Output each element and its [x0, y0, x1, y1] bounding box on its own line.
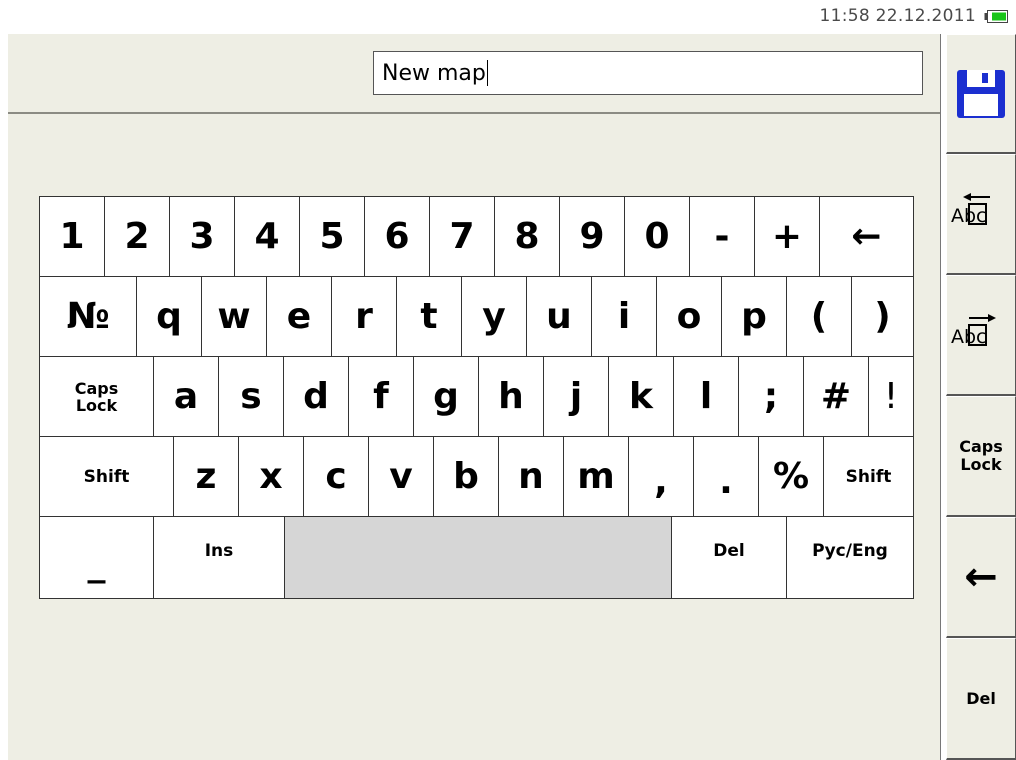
key-n[interactable]: n	[498, 436, 564, 517]
key-b[interactable]: b	[433, 436, 499, 517]
key-shift-right[interactable]: Shift	[823, 436, 914, 517]
key-r[interactable]: r	[331, 276, 397, 357]
status-datetime: 11:58 22.12.2011	[819, 6, 976, 26]
key-7[interactable]: 7	[429, 196, 495, 277]
key-j[interactable]: j	[543, 356, 609, 437]
key-space[interactable]	[284, 516, 672, 599]
key-a[interactable]: a	[153, 356, 219, 437]
key-l[interactable]: l	[673, 356, 739, 437]
key-0[interactable]: 0	[624, 196, 690, 277]
key-m[interactable]: m	[563, 436, 629, 517]
key-period[interactable]: .	[693, 436, 759, 517]
cursor-left-text: Abc	[951, 205, 987, 227]
key-semicolon[interactable]: ;	[738, 356, 804, 437]
key-4[interactable]: 4	[234, 196, 300, 277]
key-h[interactable]: h	[478, 356, 544, 437]
text-caret	[486, 60, 488, 86]
key-open-paren[interactable]: (	[786, 276, 852, 357]
key-6[interactable]: 6	[364, 196, 430, 277]
key-3[interactable]: 3	[169, 196, 235, 277]
key-language-switch[interactable]: Рус/Eng	[786, 516, 914, 599]
key-minus[interactable]: -	[689, 196, 755, 277]
status-bar: 11:58 22.12.2011	[0, 0, 1016, 35]
cursor-left-button[interactable]: Abc	[946, 154, 1016, 275]
key-o[interactable]: o	[656, 276, 722, 357]
save-button[interactable]	[946, 34, 1016, 154]
key-s[interactable]: s	[218, 356, 284, 437]
key-i[interactable]: i	[591, 276, 657, 357]
key-p[interactable]: p	[721, 276, 787, 357]
key-2[interactable]: 2	[104, 196, 170, 277]
caps-lock-button[interactable]: Caps Lock	[946, 396, 1016, 517]
map-name-input[interactable]: New map	[373, 51, 923, 95]
key-q[interactable]: q	[136, 276, 202, 357]
key-comma[interactable]: ,	[628, 436, 694, 517]
key-9[interactable]: 9	[559, 196, 625, 277]
key-g[interactable]: g	[413, 356, 479, 437]
backspace-icon: ←	[964, 554, 998, 600]
caps-lock-label: Caps Lock	[959, 437, 1003, 474]
key-8[interactable]: 8	[494, 196, 560, 277]
onscreen-keyboard: 1 2 3 4 5 6 7 8 9 0 - + ← № q w e r t y …	[39, 196, 914, 599]
key-y[interactable]: y	[461, 276, 527, 357]
key-ins[interactable]: Ins	[153, 516, 285, 599]
header: New map	[8, 34, 940, 114]
cursor-left-icon: Abc	[951, 193, 990, 227]
battery-icon	[984, 10, 1008, 23]
sidebar: Abc Abc Caps Lock ← Del	[946, 34, 1016, 760]
key-close-paren[interactable]: )	[851, 276, 914, 357]
key-x[interactable]: x	[238, 436, 304, 517]
key-hash[interactable]: #	[803, 356, 869, 437]
key-exclamation[interactable]: !	[868, 356, 914, 437]
key-del[interactable]: Del	[671, 516, 787, 599]
key-w[interactable]: w	[201, 276, 267, 357]
save-icon	[957, 69, 1005, 118]
key-t[interactable]: t	[396, 276, 462, 357]
map-name-value: New map	[382, 60, 486, 86]
key-plus[interactable]: +	[754, 196, 820, 277]
backspace-button[interactable]: ←	[946, 517, 1016, 638]
key-c[interactable]: c	[303, 436, 369, 517]
screen: 11:58 22.12.2011 New map 1 2 3 4 5 6 7 8…	[0, 0, 1016, 760]
key-e[interactable]: e	[266, 276, 332, 357]
key-backspace[interactable]: ←	[819, 196, 914, 277]
key-u[interactable]: u	[526, 276, 592, 357]
key-5[interactable]: 5	[299, 196, 365, 277]
key-v[interactable]: v	[368, 436, 434, 517]
key-1[interactable]: 1	[39, 196, 105, 277]
key-underscore[interactable]: _	[39, 516, 154, 599]
cursor-right-button[interactable]: Abc	[946, 275, 1016, 396]
cursor-right-icon: Abc	[951, 314, 996, 348]
key-caps-lock[interactable]: Caps Lock	[39, 356, 154, 437]
key-d[interactable]: d	[283, 356, 349, 437]
cursor-right-text: Abc	[951, 326, 987, 348]
key-z[interactable]: z	[173, 436, 239, 517]
key-shift-left[interactable]: Shift	[39, 436, 174, 517]
key-percent[interactable]: %	[758, 436, 824, 517]
key-f[interactable]: f	[348, 356, 414, 437]
key-numero[interactable]: №	[39, 276, 137, 357]
key-k[interactable]: k	[608, 356, 674, 437]
delete-label: Del	[966, 688, 996, 708]
delete-button[interactable]: Del	[946, 638, 1016, 760]
frame-left	[0, 34, 8, 760]
